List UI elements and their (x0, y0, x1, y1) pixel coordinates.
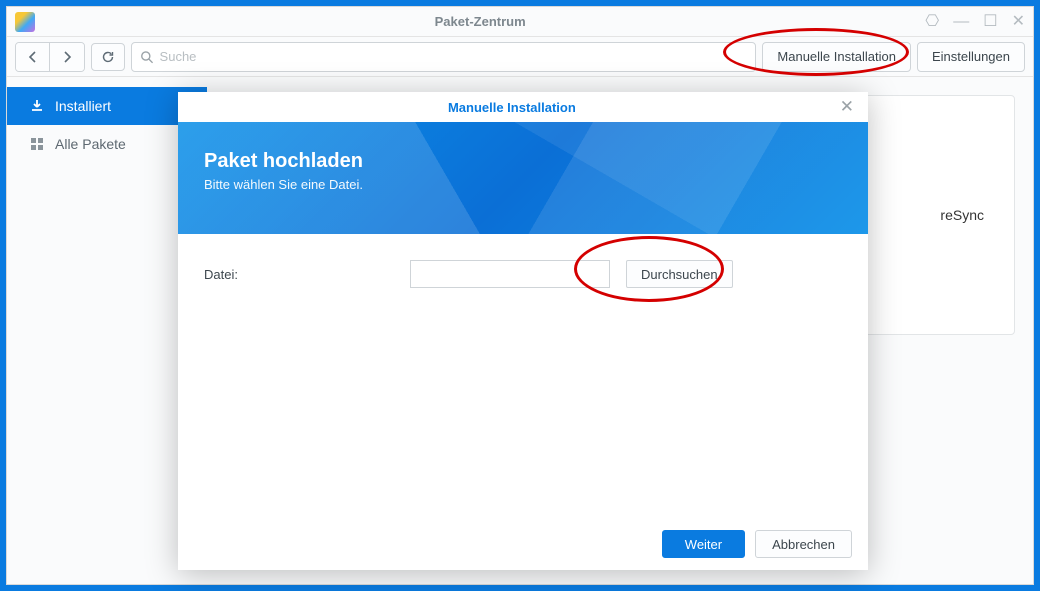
pin-icon[interactable]: ⎔ (925, 13, 939, 31)
file-label: Datei: (204, 267, 394, 282)
close-icon[interactable]: ✕ (1012, 13, 1025, 31)
dialog-close-button[interactable]: ✕ (836, 97, 858, 117)
dialog-body: Datei: Durchsuchen (178, 234, 868, 526)
window-controls: ⎔ — ☐ ✕ (925, 13, 1025, 31)
maximize-icon[interactable]: ☐ (983, 13, 997, 31)
file-path-input[interactable] (410, 260, 610, 288)
dialog-title: Manuelle Installation (188, 100, 836, 115)
nav-group (15, 42, 85, 72)
manual-install-button[interactable]: Manuelle Installation (762, 42, 911, 72)
grid-icon (29, 136, 45, 152)
dialog-footer: Weiter Abbrechen (178, 526, 868, 570)
file-row: Datei: Durchsuchen (204, 260, 842, 288)
package-name-partial: reSync (940, 207, 984, 223)
dialog-header: Manuelle Installation ✕ (178, 92, 868, 122)
titlebar: Paket-Zentrum ⎔ — ☐ ✕ (7, 7, 1033, 37)
sidebar-item-installed[interactable]: Installiert (7, 87, 207, 125)
close-icon: ✕ (840, 97, 854, 116)
refresh-icon (101, 50, 115, 64)
chevron-left-icon (28, 51, 37, 63)
chevron-right-icon (63, 51, 72, 63)
sidebar-item-label: Alle Pakete (55, 136, 126, 152)
browse-button[interactable]: Durchsuchen (626, 260, 733, 288)
search-icon (140, 50, 154, 64)
refresh-button[interactable] (91, 43, 125, 71)
download-icon (29, 98, 45, 114)
back-button[interactable] (16, 43, 50, 71)
dialog-banner: Paket hochladen Bitte wählen Sie eine Da… (178, 122, 868, 234)
banner-heading: Paket hochladen (204, 150, 842, 173)
cancel-button[interactable]: Abbrechen (755, 530, 852, 558)
sidebar-item-label: Installiert (55, 98, 111, 114)
search-field[interactable] (131, 42, 756, 72)
app-icon (15, 12, 35, 32)
forward-button[interactable] (50, 43, 84, 71)
sidebar: Installiert Alle Pakete (7, 77, 207, 584)
search-input[interactable] (160, 49, 748, 64)
minimize-icon[interactable]: — (953, 13, 969, 31)
banner-subtitle: Bitte wählen Sie eine Datei. (204, 177, 842, 192)
window-title: Paket-Zentrum (35, 14, 925, 29)
next-button[interactable]: Weiter (662, 530, 745, 558)
toolbar: Manuelle Installation Einstellungen (7, 37, 1033, 77)
settings-button[interactable]: Einstellungen (917, 42, 1025, 72)
manual-install-dialog: Manuelle Installation ✕ Paket hochladen … (178, 92, 868, 570)
